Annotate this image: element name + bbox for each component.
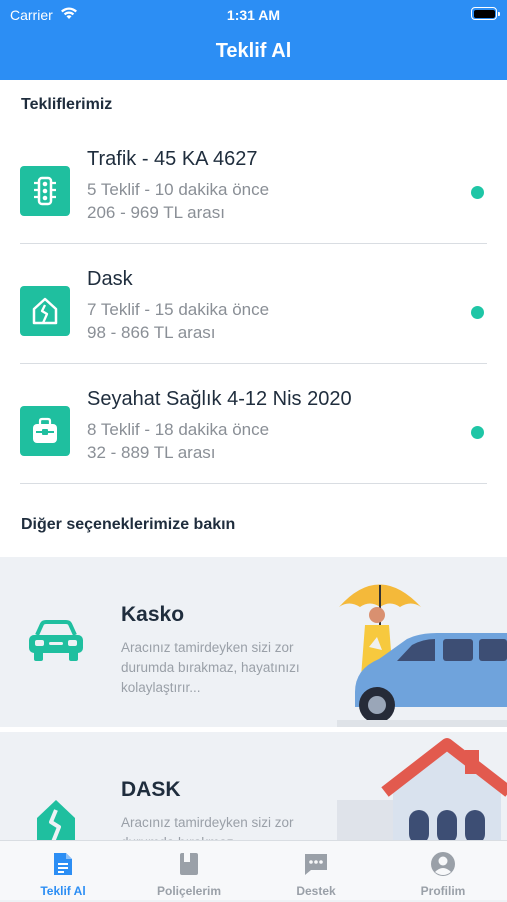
luggage-icon: [20, 406, 70, 456]
page-title: Teklif Al: [215, 40, 292, 62]
offer-item-trafik[interactable]: Trafik - 45 KA 4627 5 Teklif - 10 dakika…: [0, 124, 507, 244]
unread-indicator: [471, 426, 484, 439]
offer-name: Trafik - 45 KA 4627: [87, 148, 258, 170]
clock: 1:31 AM: [226, 7, 281, 23]
status-bar: Carrier 1:31 AM: [0, 0, 507, 28]
tab-profilim[interactable]: Profilim: [380, 841, 506, 901]
unread-indicator: [471, 186, 484, 199]
tab-policelerim[interactable]: Poliçelerim: [126, 841, 252, 901]
battery-icon: [471, 7, 500, 20]
car-umbrella-illustration: [337, 584, 507, 727]
traffic-light-icon: [20, 166, 70, 216]
option-title: Kasko: [121, 603, 185, 626]
option-title: DASK: [121, 778, 181, 801]
offer-count-time: 7 Teklif - 15 dakika önce: [87, 300, 270, 319]
offer-count-time: 5 Teklif - 10 dakika önce: [87, 180, 270, 199]
tab-label: Destek: [296, 884, 336, 898]
offer-item-dask[interactable]: Dask 7 Teklif - 15 dakika önce 98 - 866 …: [0, 244, 507, 364]
offer-item-seyahat[interactable]: Seyahat Sağlık 4-12 Nis 2020 8 Teklif - …: [0, 364, 507, 484]
unread-indicator: [471, 306, 484, 319]
offer-name: Dask: [87, 268, 133, 290]
options-section-title: Diğer seçeneklerimize bakın: [21, 516, 236, 533]
divider: [20, 483, 487, 484]
chat-icon: [305, 854, 327, 875]
house-crack-icon: [20, 286, 70, 336]
tab-label: Profilim: [420, 884, 466, 898]
offer-price-range: 32 - 889 TL arası: [87, 443, 216, 462]
tab-teklif-al[interactable]: Teklif Al: [0, 841, 126, 901]
offer-price-range: 206 - 969 TL arası: [87, 203, 225, 222]
offers-section-title: Tekliflerimiz: [21, 96, 113, 113]
user-icon: [431, 852, 455, 876]
option-card-kasko[interactable]: Kasko Aracınız tamirdeyken sizi zor duru…: [0, 557, 507, 727]
offer-name: Seyahat Sağlık 4-12 Nis 2020: [87, 388, 352, 410]
tab-destek[interactable]: Destek: [253, 841, 379, 901]
document-icon: [54, 853, 72, 875]
offer-price-range: 98 - 866 TL arası: [87, 323, 216, 342]
tab-label: Teklif Al: [40, 884, 86, 898]
tab-label: Poliçelerim: [156, 884, 222, 898]
book-icon: [180, 853, 198, 875]
offer-count-time: 8 Teklif - 18 dakika önce: [87, 420, 270, 439]
app-header: Carrier 1:31 AM Teklif Al: [0, 0, 507, 80]
car-icon: [29, 620, 83, 661]
option-description: Aracınız tamirdeyken sizi zor durumda bı…: [121, 640, 300, 695]
tab-bar: Teklif Al Poliçelerim Destek Profilim: [0, 840, 507, 900]
